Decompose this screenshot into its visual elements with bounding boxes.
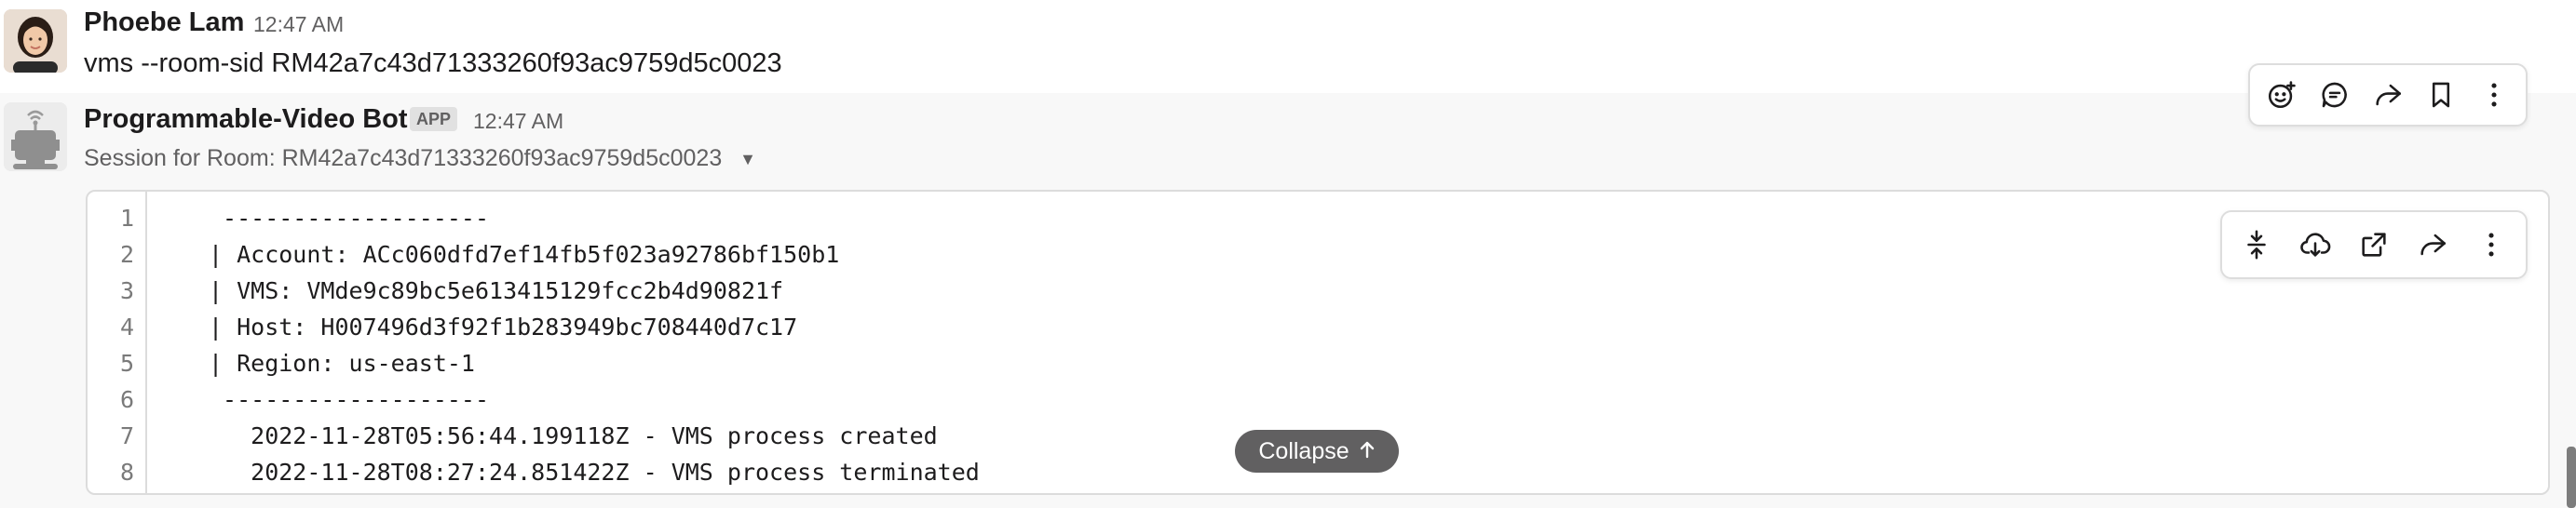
slack-message-pane: Phoebe Lam 12:47 AM vms --room-sid RM42a…: [0, 0, 2576, 508]
avatar[interactable]: [4, 102, 67, 171]
code-line: | VMS: VMde9c89bc5e613415129fcc2b4d90821…: [209, 277, 784, 304]
download-icon[interactable]: [2291, 221, 2339, 269]
code-line: | Account: ACc060dfd7ef14fb5f023a92786bf…: [209, 241, 840, 268]
collapse-button[interactable]: Collapse: [1235, 430, 1399, 473]
collapse-label: Collapse: [1258, 437, 1349, 464]
attachment-title-text: Session for Room: RM42a7c43d71333260f93a…: [84, 145, 723, 171]
code-line: -------------------: [209, 386, 490, 413]
line-number: 8: [119, 459, 134, 486]
line-number: 4: [119, 314, 134, 341]
sender-name[interactable]: Phoebe Lam: [84, 7, 244, 38]
code-block-actions-toolbar: [2220, 210, 2528, 279]
line-number: 3: [119, 277, 134, 304]
arrow-up-icon: [1359, 438, 1376, 465]
more-actions-icon[interactable]: [2467, 221, 2515, 269]
line-number: 2: [119, 241, 134, 268]
line-number-gutter: 1 2 3 4 5 6 7 8: [88, 192, 147, 493]
line-number: 5: [119, 350, 134, 377]
timestamp[interactable]: 12:47 AM: [473, 109, 563, 134]
bookmark-icon[interactable]: [2417, 71, 2465, 119]
message-phoebe-lam[interactable]: [0, 0, 2576, 93]
line-number: 6: [119, 386, 134, 413]
code-line: 2022-11-28T05:56:44.199118Z - VMS proces…: [209, 422, 938, 449]
code-line: 2022-11-28T08:27:24.851422Z - VMS proces…: [209, 459, 980, 486]
message-text: vms --room-sid RM42a7c43d71333260f93ac97…: [84, 48, 782, 78]
avatar[interactable]: [4, 9, 67, 73]
code-line: | Region: us-east-1: [209, 350, 475, 377]
line-number: 7: [119, 422, 134, 449]
open-external-icon[interactable]: [2350, 221, 2398, 269]
line-number: 1: [119, 205, 134, 232]
add-reaction-icon[interactable]: [2257, 71, 2306, 119]
message-actions-toolbar: [2248, 63, 2528, 127]
attachment-title[interactable]: Session for Room: RM42a7c43d71333260f93a…: [84, 145, 756, 172]
reply-in-thread-icon[interactable]: [2311, 71, 2359, 119]
share-icon[interactable]: [2408, 221, 2457, 269]
scrollbar[interactable]: [2567, 447, 2576, 508]
caret-down-icon[interactable]: ▼: [739, 150, 756, 169]
sender-name[interactable]: Programmable-Video Bot: [84, 104, 408, 135]
more-actions-icon[interactable]: [2470, 71, 2518, 119]
code-line: | Host: H007496d3f92f1b283949bc708440d7c…: [209, 314, 798, 341]
collapse-lines-icon[interactable]: [2232, 221, 2281, 269]
code-line: -------------------: [209, 205, 490, 232]
share-icon[interactable]: [2364, 71, 2412, 119]
app-badge: APP: [410, 107, 458, 131]
timestamp[interactable]: 12:47 AM: [253, 12, 344, 37]
